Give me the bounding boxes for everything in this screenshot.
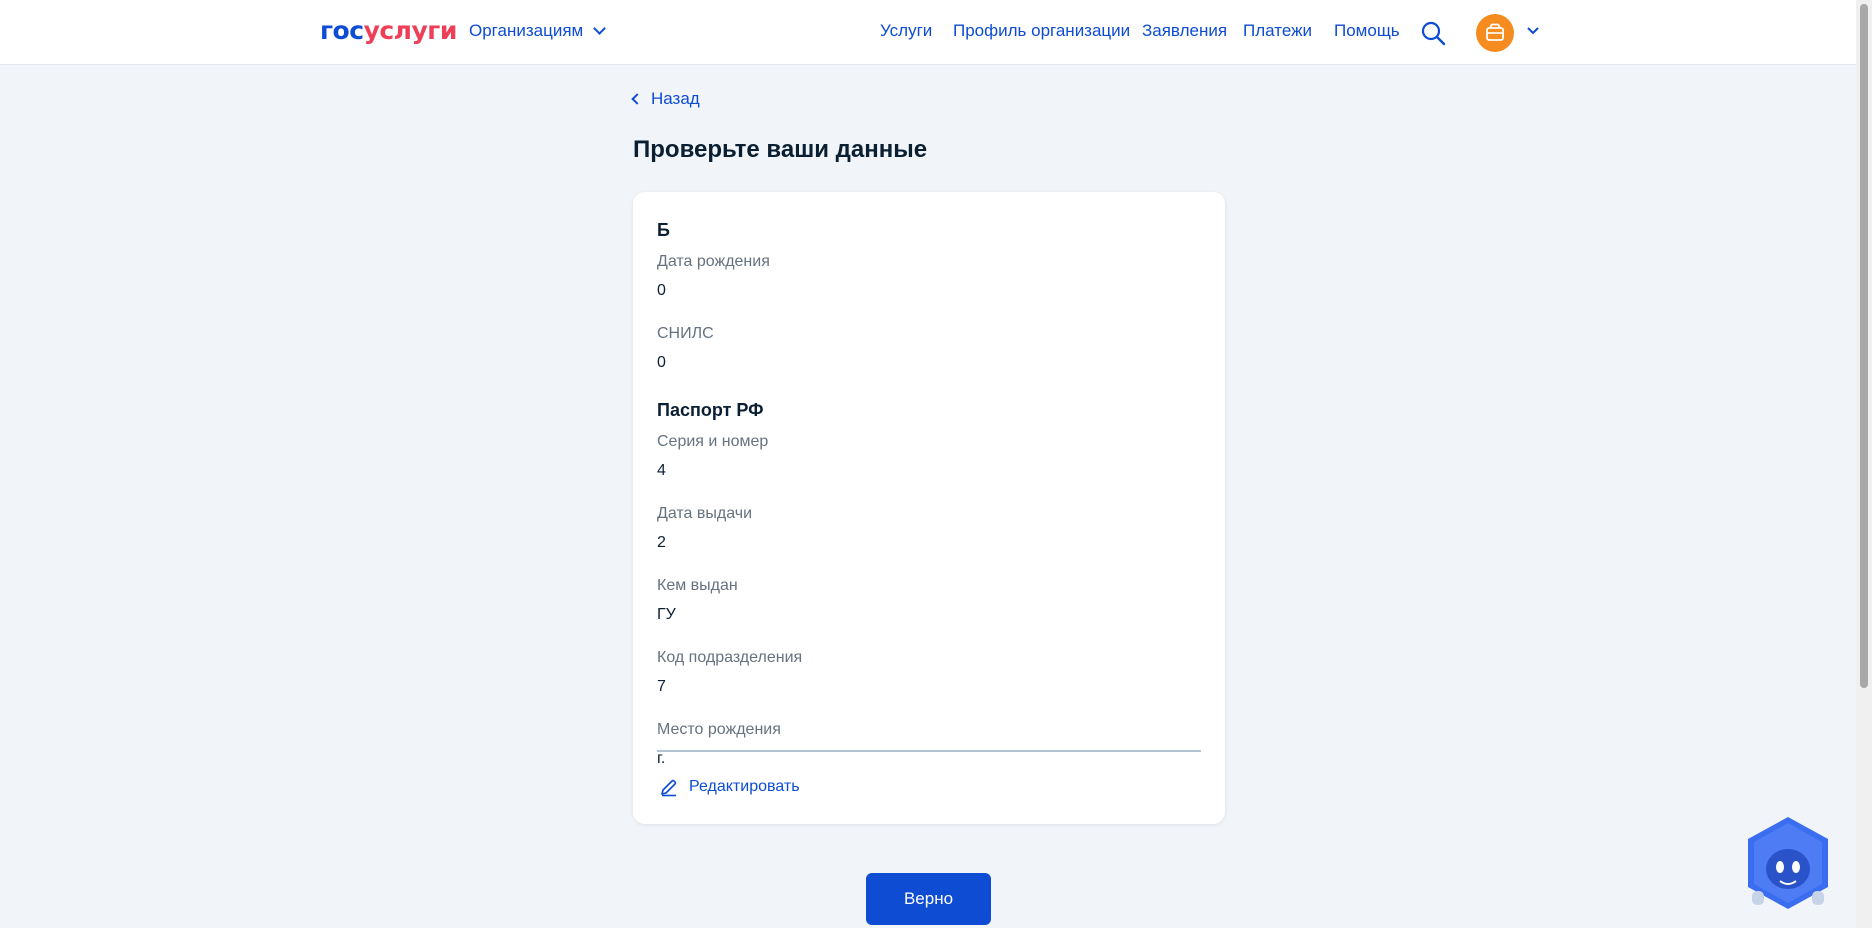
nav-help[interactable]: Помощь — [1334, 21, 1400, 41]
edit-button[interactable]: Редактировать — [659, 777, 800, 797]
nav-applications[interactable]: Заявления — [1142, 21, 1227, 41]
field-label-birth-date: Дата рождения — [657, 253, 770, 270]
chevron-down-icon — [593, 22, 607, 35]
field-value-snils: 0 — [657, 354, 666, 371]
back-link-label: Назад — [651, 89, 700, 108]
confirm-button[interactable]: Верно — [866, 873, 991, 925]
chevron-down-icon[interactable] — [1526, 24, 1540, 38]
field-label-snils: СНИЛС — [657, 325, 714, 342]
organizations-menu[interactable]: Организациям — [469, 21, 607, 41]
organizations-menu-label: Организациям — [469, 21, 584, 40]
briefcase-icon — [1486, 23, 1504, 41]
nav-payments[interactable]: Платежи — [1243, 21, 1312, 41]
gosuslugi-logo[interactable]: госуслуги — [320, 16, 457, 46]
field-label-issue-date: Дата выдачи — [657, 505, 753, 522]
passport-section-title: Паспорт РФ — [657, 400, 764, 420]
avatar[interactable] — [1476, 14, 1514, 52]
back-link[interactable]: Назад — [631, 89, 700, 109]
nav-organization-profile[interactable]: Профиль организации — [953, 21, 1130, 41]
nav-services[interactable]: Услуги — [880, 21, 932, 41]
field-value-birth-date: 0 — [657, 282, 666, 299]
pencil-icon — [661, 779, 677, 797]
scrollbar-thumb[interactable] — [1860, 4, 1868, 688]
chevron-left-icon — [631, 93, 643, 105]
page-title: Проверьте ваши данные — [633, 136, 928, 163]
data-card: Б Дата рождения 0 СНИЛС 0 Паспорт РФ Сер… — [633, 192, 1225, 824]
field-label-birth-place: Место рождения — [657, 721, 781, 738]
field-label-issued-by: Кем выдан — [657, 577, 738, 594]
field-label-division-code: Код подразделения — [657, 649, 803, 666]
edit-button-label: Редактировать — [689, 778, 800, 795]
header: госуслуги Организациям Услуги Профиль ор… — [0, 0, 1856, 65]
field-value-series-number: 4 — [657, 462, 666, 479]
field-value-issue-date: 2 — [657, 534, 666, 551]
assistant-robot-icon[interactable] — [1744, 815, 1832, 911]
scrollbar[interactable] — [1856, 0, 1872, 928]
field-label-series-number: Серия и номер — [657, 433, 769, 450]
search-icon[interactable] — [1420, 20, 1446, 46]
field-value-issued-by: ГУ — [657, 606, 676, 623]
person-name: Б — [657, 220, 670, 240]
divider — [657, 750, 1201, 752]
field-value-division-code: 7 — [657, 678, 666, 695]
